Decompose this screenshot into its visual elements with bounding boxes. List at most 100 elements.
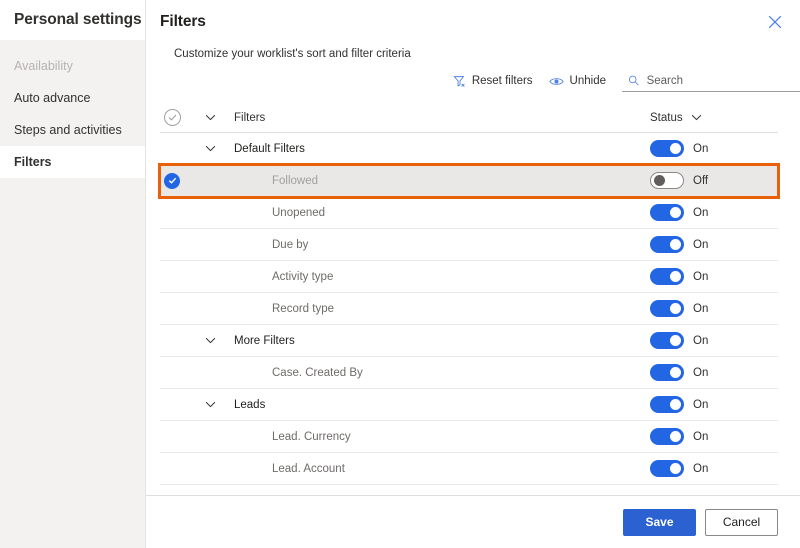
table-row[interactable]: Lead. Currency On [160,421,778,453]
status-label: On [693,302,709,315]
row-status-cell: On [628,140,778,157]
row-expand-toggle[interactable] [196,145,224,152]
sidebar-header: Personal settings [0,0,145,40]
status-label: On [693,462,709,475]
table-row[interactable]: Leads On [160,389,778,421]
chevron-down-icon [205,401,215,408]
page-title: Filters [160,13,206,30]
toggle-knob [670,335,681,346]
table-row[interactable]: More Filters On [160,325,778,357]
row-label: Unopened [272,206,326,219]
check-glyph-icon [168,177,176,184]
dialog-footer: Save Cancel [146,495,800,548]
row-label: Followed [272,174,319,187]
table-row[interactable]: Unopened On [160,197,778,229]
row-label: Due by [272,238,309,251]
row-label: Record type [272,302,335,315]
reset-filters-label: Reset filters [471,75,533,87]
row-status-cell: On [628,300,778,317]
column-header-status-label: Status [650,111,683,124]
sidebar-item-availability[interactable]: Availability [0,50,145,82]
chevron-down-icon [205,337,215,344]
row-check-cell[interactable] [160,172,196,189]
sidebar-item-label: Auto advance [14,91,91,105]
status-toggle[interactable] [650,236,684,253]
cancel-button[interactable]: Cancel [705,508,778,536]
chevron-down-icon [205,114,215,121]
column-header-status[interactable]: Status [628,112,778,124]
eye-icon [548,77,564,85]
table-row[interactable]: Due by On [160,229,778,261]
table-row[interactable]: Record type On [160,293,778,325]
table-row[interactable]: Activity type On [160,261,778,293]
column-header-filters: Filters [234,111,266,124]
save-button[interactable]: Save [623,508,696,536]
status-label: On [693,270,709,283]
status-label: On [693,430,709,443]
row-status-cell: On [628,236,778,253]
row-status-cell: On [628,364,778,381]
panel-subtitle: Customize your worklist's sort and filte… [174,48,411,60]
status-label: On [693,206,709,219]
filters-table: Filters Status Default Filters On Followed… [146,103,800,485]
row-status-cell: On [628,428,778,445]
toggle-knob [670,207,681,218]
toggle-knob [670,143,681,154]
status-toggle[interactable] [650,460,684,477]
sidebar-item-steps-and-activities[interactable]: Steps and activities [0,114,145,146]
status-toggle[interactable] [650,268,684,285]
status-toggle[interactable] [650,428,684,445]
circle-check-outline-icon[interactable] [164,109,181,126]
filters-panel: Filters Customize your worklist's sort a… [146,0,800,548]
sidebar-title: Personal settings [14,11,142,28]
sidebar-item-label: Filters [14,155,52,169]
row-expand-toggle[interactable] [196,337,224,344]
row-label: Leads [234,398,266,411]
status-toggle[interactable] [650,364,684,381]
row-label: Lead. Currency [272,430,351,443]
sidebar-item-filters[interactable]: Filters [0,146,145,178]
status-label: On [693,398,709,411]
search-box[interactable] [622,70,800,92]
status-label: Off [693,174,709,187]
close-icon [768,15,782,29]
toggle-knob [670,239,681,250]
status-toggle[interactable] [650,204,684,221]
table-row[interactable]: Default Filters On [160,133,778,165]
search-input[interactable] [646,74,798,87]
sidebar-item-auto-advance[interactable]: Auto advance [0,82,145,114]
table-row[interactable]: Lead. Account On [160,453,778,485]
row-expand-toggle[interactable] [196,401,224,408]
row-status-cell: On [628,204,778,221]
row-label: Activity type [272,270,334,283]
close-button[interactable] [762,9,788,35]
unhide-button[interactable]: Unhide [541,71,614,92]
status-toggle[interactable] [650,140,684,157]
chevron-down-icon [691,114,701,121]
status-toggle[interactable] [650,300,684,317]
row-label: Default Filters [234,142,305,155]
panel-header: Filters Customize your worklist's sort a… [146,0,800,60]
check-glyph-icon [168,114,177,121]
toggle-knob [654,175,665,186]
status-label: On [693,142,709,155]
sidebar-item-label: Availability [14,59,73,73]
toggle-knob [670,399,681,410]
row-selected-check-icon[interactable] [164,172,180,189]
expand-all-toggle[interactable] [196,114,224,121]
toggle-knob [670,463,681,474]
select-all-cell[interactable] [160,109,196,126]
status-label: On [693,366,709,379]
reset-filters-button[interactable]: Reset filters [445,71,541,92]
status-toggle[interactable] [650,172,684,189]
status-toggle[interactable] [650,396,684,413]
sidebar: Personal settings Availability Auto adva… [0,0,146,548]
table-header-row: Filters Status [160,103,778,133]
table-row[interactable]: Case. Created By On [160,357,778,389]
row-status-cell: On [628,268,778,285]
sidebar-item-label: Steps and activities [14,123,122,137]
status-toggle[interactable] [650,332,684,349]
row-label: Lead. Account [272,462,345,475]
row-status-cell: Off [628,172,778,189]
table-row[interactable]: Followed Off [158,163,780,199]
